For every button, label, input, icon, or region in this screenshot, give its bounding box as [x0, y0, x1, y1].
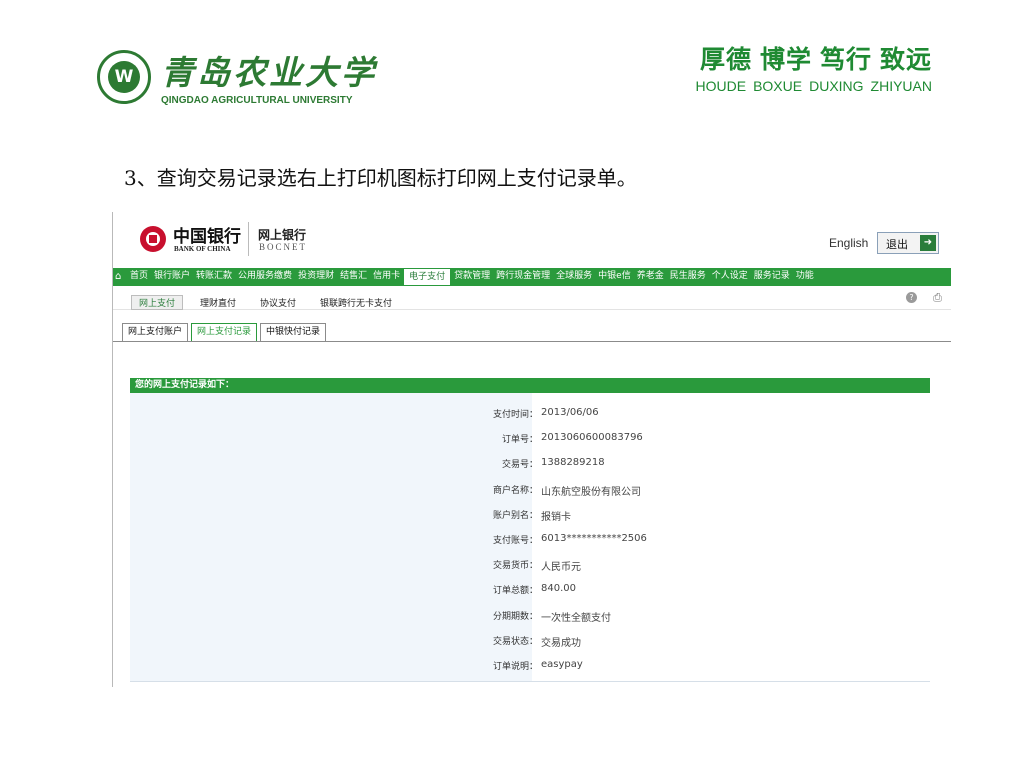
- record-label: 分期期数：: [492, 611, 538, 622]
- record-value: 一次性全额支付: [541, 612, 611, 624]
- record-label: 订单说明：: [492, 662, 538, 672]
- bank-of-china-logo-icon: [140, 226, 166, 252]
- sub-nav-item[interactable]: 银联跨行无卡支付: [313, 296, 399, 311]
- main-nav-item[interactable]: 服务记录: [751, 268, 793, 286]
- record-label: 支付账号：: [492, 536, 538, 546]
- logout-button[interactable]: 退出 ➜: [877, 232, 939, 254]
- sub-nav: 网上支付 理财直付 协议支付 银联跨行无卡支付 ? ⎙: [113, 286, 951, 310]
- record-value: 交易成功: [541, 637, 581, 649]
- main-nav-item[interactable]: 跨行现金管理: [493, 268, 553, 286]
- home-icon[interactable]: ⌂: [115, 271, 126, 282]
- sub-nav-item[interactable]: 协议支付: [253, 296, 303, 311]
- record-value: 报销卡: [541, 511, 571, 523]
- sub-nav-item[interactable]: 理财直付: [193, 296, 243, 311]
- record-details: 支付时间： 2013/06/06 订单号： 2013060600083796 交易号： 1…: [130, 393, 930, 682]
- record-row: 支付时间： 2013/06/06: [130, 403, 930, 427]
- main-nav-item[interactable]: 公用服务缴费: [235, 268, 295, 286]
- sub-nav-items: 网上支付 理财直付 协议支付 银联跨行无卡支付: [131, 291, 409, 311]
- record-label: 交易货币：: [492, 561, 538, 572]
- motto-en: HOUDE BOXUE DUXING ZHIYUAN: [695, 78, 932, 94]
- main-nav-item[interactable]: 银行账户: [151, 268, 193, 286]
- record-title-bar: 您的网上支付记录如下：: [130, 378, 930, 393]
- record-value: 840.00: [541, 583, 576, 595]
- main-nav-item[interactable]: 贷款管理: [451, 268, 493, 286]
- record-value: 6013***********2506: [541, 533, 647, 544]
- record-row: 交易状态： 交易成功: [130, 630, 930, 654]
- record-row: 商户名称： 山东航空股份有限公司: [130, 479, 930, 503]
- record-row: 交易号： 1388289218: [130, 453, 930, 477]
- record-row: 交易货币： 人民币元: [130, 554, 930, 578]
- university-logo: W 青岛农业大学 QINGDAO AGRICULTURAL UNIVERSITY: [97, 44, 374, 110]
- main-nav-item[interactable]: 全球服务: [553, 268, 595, 286]
- record-value: 2013/06/06: [541, 407, 599, 418]
- tab-item[interactable]: 网上支付记录: [191, 323, 258, 341]
- record-label: 交易号：: [501, 460, 538, 471]
- printer-icon[interactable]: ⎙: [931, 291, 944, 304]
- header-divider: [248, 222, 249, 256]
- university-motto: 厚德 博学 笃行 致远 HOUDE BOXUE DUXING ZHIYUAN: [689, 40, 932, 94]
- instruction-text: 3、查询交易记录选右上打印机图标打印网上支付记录单。: [124, 166, 637, 190]
- bank-name-en: BANK OF CHINA: [174, 245, 231, 253]
- university-seal-icon: W: [97, 50, 151, 104]
- record-value: 人民币元: [541, 562, 581, 574]
- tab-item[interactable]: 网上支付账户: [122, 323, 189, 341]
- record-row: 订单号： 2013060600083796: [130, 428, 930, 452]
- motto-cn: 厚德 博学 笃行 致远: [699, 45, 932, 74]
- record-label: 订单总额：: [492, 586, 538, 597]
- product-name-cn: 网上银行: [258, 228, 307, 242]
- record-label: 商户名称：: [492, 485, 538, 496]
- main-nav-item[interactable]: 养老金: [634, 268, 667, 286]
- record-value: 1388289218: [541, 457, 605, 469]
- main-nav-items: 首页 银行账户 转账汇款 公用服务缴费 投资理财 结售汇 信用卡 电子支付 贷款管理 跨行现金管理…: [127, 268, 817, 286]
- product-name-en: BOCNET: [259, 242, 307, 252]
- main-nav-item[interactable]: 结售汇: [337, 268, 370, 286]
- university-name-en: QINGDAO AGRICULTURAL UNIVERSITY: [161, 95, 353, 106]
- arrow-right-icon: ➜: [920, 235, 936, 251]
- help-icon[interactable]: ?: [906, 292, 917, 303]
- record-label: 账户别名：: [492, 510, 538, 521]
- main-nav-item[interactable]: 电子支付: [403, 268, 452, 286]
- record-row: 账户别名： 报销卡: [130, 504, 930, 528]
- record-label: 交易状态：: [492, 636, 538, 647]
- english-link[interactable]: English: [829, 236, 868, 250]
- record-value: 山东航空股份有限公司: [541, 486, 641, 498]
- logout-label: 退出: [886, 238, 908, 251]
- record-row: 订单说明： easypay: [130, 655, 930, 679]
- bank-name-cn: 中国银行: [173, 227, 241, 247]
- record-label: 支付时间：: [492, 410, 538, 420]
- university-name-cn: 青岛农业大学: [161, 53, 377, 92]
- record-value: 2013060600083796: [541, 432, 643, 444]
- record-row: 订单总额： 840.00: [130, 579, 930, 603]
- tabs-divider: [113, 341, 951, 342]
- main-nav-item[interactable]: 中银e信: [595, 268, 634, 286]
- main-nav-item[interactable]: 功能: [793, 268, 817, 286]
- main-nav-item[interactable]: 转账汇款: [193, 268, 235, 286]
- main-nav: ⌂ 首页 银行账户 转账汇款 公用服务缴费 投资理财 结售汇 信用卡 电子支付 贷款管理 跨行现金…: [113, 268, 951, 286]
- tab-item[interactable]: 中银快付记录: [260, 323, 327, 341]
- record-row: 支付账号： 6013***********2506: [130, 529, 930, 553]
- record-row: 分期期数： 一次性全额支付: [130, 605, 930, 629]
- record-label: 订单号：: [501, 435, 538, 446]
- bank-screenshot: 中国银行 BANK OF CHINA 网上银行 BOCNET English 退…: [112, 212, 951, 687]
- sub-nav-item[interactable]: 网上支付: [131, 295, 184, 310]
- bank-header: 中国银行 BANK OF CHINA 网上银行 BOCNET English 退…: [113, 212, 951, 268]
- main-nav-item[interactable]: 投资理财: [295, 268, 337, 286]
- record-tabs: 网上支付账户 网上支付记录 中银快付记录: [122, 323, 329, 341]
- main-nav-item[interactable]: 个人设定: [709, 268, 751, 286]
- main-nav-item[interactable]: 民生服务: [667, 268, 709, 286]
- record-value: easypay: [541, 659, 583, 670]
- main-nav-item[interactable]: 信用卡: [370, 268, 403, 286]
- main-nav-item[interactable]: 首页: [127, 268, 151, 286]
